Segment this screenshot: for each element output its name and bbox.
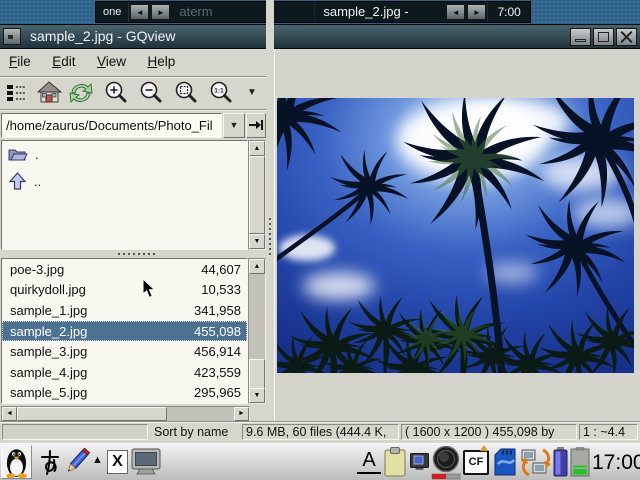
folder-row-current[interactable]: .: [2, 141, 247, 168]
folder-list-scrollbar[interactable]: ▲ ▼: [248, 140, 266, 250]
status-files-info: 9.6 MB, 60 files (444.4 K,: [242, 424, 399, 440]
close-button[interactable]: [616, 28, 637, 46]
window-menu-button[interactable]: [3, 28, 21, 45]
file-row[interactable]: sample_3.jpg 456,914: [2, 341, 247, 362]
workspace-label[interactable]: one: [96, 2, 129, 22]
file-row-selected[interactable]: sample_2.jpg 455,098: [2, 321, 247, 342]
folder-name: ..: [34, 174, 41, 189]
status-image-info: ( 1600 x 1200 ) 455,098 by: [401, 424, 577, 440]
photo-palm-trees[interactable]: [277, 98, 634, 373]
taskbar-next-button[interactable]: ►: [151, 4, 170, 20]
start-menu-button[interactable]: [1, 445, 32, 479]
bottom-taskbar: ▲ X A CF: [0, 443, 640, 480]
file-row[interactable]: sample_4.jpg 423,559: [2, 362, 247, 383]
sync-icon[interactable]: [521, 447, 551, 478]
status-progress-area: [2, 424, 148, 440]
status-sort-label[interactable]: Sort by name: [154, 422, 228, 443]
x-server-icon[interactable]: X: [107, 450, 128, 474]
input-method-icon[interactable]: [38, 449, 62, 476]
zoom-out-icon[interactable]: [138, 80, 164, 106]
menu-view[interactable]: View: [97, 49, 126, 75]
toolbar: 1:1 ▼: [0, 77, 266, 110]
home-icon[interactable]: [36, 80, 62, 106]
scroll-up-icon[interactable]: ▲: [249, 259, 265, 274]
browser-panel: File Edit View Help: [0, 49, 266, 421]
zoom-fit-icon[interactable]: [173, 80, 199, 106]
menu-edit[interactable]: Edit: [52, 49, 75, 75]
status-zoom-ratio: 1 : ~4.4: [579, 424, 638, 440]
clipboard-icon[interactable]: [384, 447, 406, 477]
file-row[interactable]: poe-3.jpg 44,607: [2, 259, 247, 280]
file-row[interactable]: sample_5.jpg 295,965: [2, 382, 247, 403]
cf-card-icon[interactable]: CF: [463, 450, 489, 475]
battery-meter-icon[interactable]: [570, 447, 590, 477]
status-bar: Sort by name 9.6 MB, 60 files (444.4 K, …: [0, 421, 640, 443]
arrow-to-bar-icon: [247, 114, 265, 137]
folder-row-parent[interactable]: ..: [2, 168, 247, 195]
menu-file[interactable]: File: [9, 49, 31, 75]
window-title: sample_2.jpg - GQview: [30, 25, 176, 48]
scrollbar-thumb[interactable]: [249, 156, 265, 234]
scroll-down-icon[interactable]: ▼: [249, 388, 265, 403]
toolbar-overflow-arrow-icon[interactable]: ▼: [244, 85, 260, 101]
top-taskbar: one ◄ ► aterm sample_2.jpg - ◄ ► 7:00: [95, 1, 531, 23]
taskbar-prev-button-2[interactable]: ◄: [446, 4, 465, 20]
refresh-icon[interactable]: [68, 80, 94, 106]
taskbar-clock-bottom: 17:00: [592, 444, 639, 480]
taskbar-next-button-2[interactable]: ►: [467, 4, 486, 20]
taskbar-window-active[interactable]: sample_2.jpg -: [315, 2, 445, 22]
scroll-right-icon[interactable]: ►: [234, 407, 249, 421]
zoom-1-1-icon[interactable]: 1:1: [208, 80, 234, 106]
battery-icon[interactable]: [553, 447, 568, 477]
file-row[interactable]: sample_1.jpg 341,958: [2, 300, 247, 321]
zoom-in-icon[interactable]: [103, 80, 129, 106]
file-list-scrollbar[interactable]: ▲ ▼: [248, 258, 266, 404]
zoom-1-1-label: 1:1: [214, 88, 224, 95]
scroll-left-icon[interactable]: ◄: [2, 407, 17, 421]
vertical-splitter[interactable]: [266, 0, 274, 372]
screen: one ◄ ► aterm sample_2.jpg - ◄ ► 7:00 sa…: [0, 0, 640, 480]
horizontal-splitter[interactable]: [0, 250, 266, 258]
folder-icon: [8, 147, 28, 162]
menu-help[interactable]: Help: [147, 49, 175, 75]
cf-eject-icon: [480, 445, 488, 451]
monitor-icon[interactable]: [131, 448, 161, 477]
scroll-up-icon[interactable]: ▲: [249, 141, 265, 156]
menu-bar: File Edit View Help: [0, 49, 266, 77]
window-titlebar[interactable]: sample_2.jpg - GQview: [0, 24, 640, 49]
volume-icon[interactable]: [431, 446, 461, 480]
font-applet-icon[interactable]: A: [357, 448, 381, 474]
taskbar-window-aterm[interactable]: aterm: [171, 2, 315, 22]
folder-list: . ..: [1, 140, 248, 250]
path-dropdown-button[interactable]: ▼: [223, 113, 245, 138]
up-arrow-icon: [8, 172, 27, 191]
image-view-pane[interactable]: [274, 49, 640, 421]
taskbar-clock: 7:00: [487, 2, 530, 22]
file-list: poe-3.jpg 44,607 quirkydoll.jpg 10,533 s…: [1, 258, 248, 404]
minimize-button[interactable]: [570, 28, 591, 46]
scroll-down-icon[interactable]: ▼: [249, 234, 265, 249]
screen-rotate-icon[interactable]: [410, 453, 429, 470]
sd-card-icon[interactable]: [492, 448, 518, 476]
taskbar-prev-button[interactable]: ◄: [130, 4, 149, 20]
thumbnails-icon[interactable]: [4, 80, 30, 106]
maximize-button[interactable]: [593, 28, 614, 46]
scrollbar-thumb[interactable]: [17, 407, 167, 421]
path-input[interactable]: /home/zaurus/Documents/Photo_Fil: [1, 113, 222, 138]
taskbar-collapse-icon[interactable]: ▲: [92, 454, 103, 466]
tux-penguin-icon: [2, 446, 31, 478]
path-complete-button[interactable]: [246, 113, 266, 138]
pen-icon[interactable]: [63, 448, 90, 476]
file-list-hscrollbar[interactable]: ◄ ►: [1, 406, 250, 422]
folder-name: .: [35, 147, 39, 162]
file-row[interactable]: quirkydoll.jpg 10,533: [2, 280, 247, 301]
